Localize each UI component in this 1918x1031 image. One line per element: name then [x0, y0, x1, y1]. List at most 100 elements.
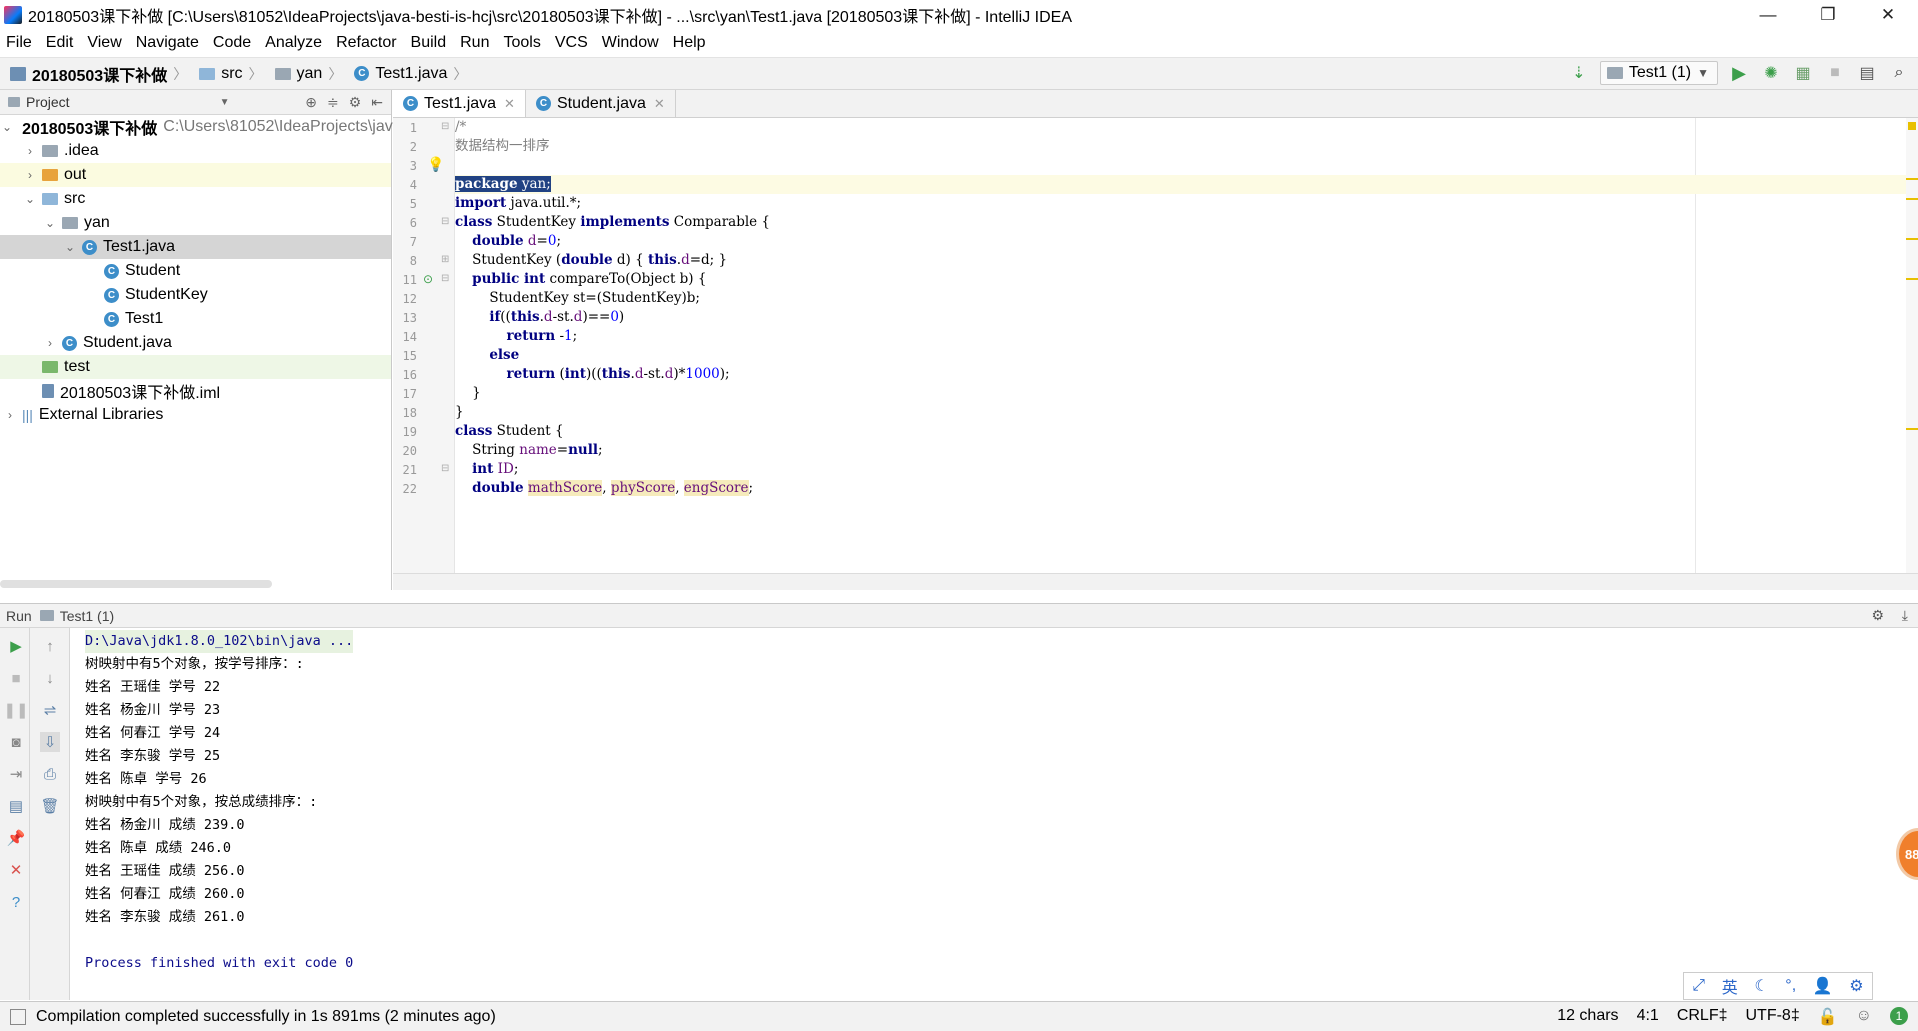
warning-marker[interactable] — [1906, 198, 1918, 200]
tab-test1-java[interactable]: C Test1.java ✕ — [393, 90, 526, 117]
print-icon[interactable]: ⎙ — [40, 764, 60, 784]
warning-marker[interactable] — [1906, 278, 1918, 280]
event-log-icon[interactable]: 1 — [1890, 1007, 1908, 1025]
tree-item-test[interactable]: test — [0, 355, 391, 379]
restore-layout-icon[interactable]: ▤ — [6, 796, 26, 816]
arrow-down-icon[interactable]: ↓ — [40, 668, 60, 688]
search-icon[interactable]: ⌕ — [1888, 62, 1910, 84]
close-icon[interactable]: ✕ — [6, 860, 26, 880]
pause-icon[interactable]: ❚❚ — [3, 700, 28, 720]
chevron-down-icon[interactable]: ⌄ — [2, 120, 12, 134]
close-tab-icon[interactable]: ✕ — [654, 96, 665, 112]
breadcrumb-project[interactable]: 20180503课下补做 〉 — [10, 62, 193, 86]
chevron-down-icon[interactable]: ⌄ — [42, 216, 58, 230]
chevron-down-icon[interactable]: ⌄ — [22, 192, 38, 206]
menu-edit[interactable]: Edit — [46, 34, 74, 52]
chevron-down-icon[interactable]: ▼ — [220, 97, 230, 108]
help-icon[interactable]: ? — [6, 892, 26, 912]
chevron-right-icon[interactable]: › — [42, 336, 58, 350]
chevron-right-icon[interactable]: › — [22, 144, 38, 158]
tree-item-project[interactable]: ⌄ 20180503课下补做 C:\Users\81052\IdeaProjec… — [0, 115, 446, 139]
breadcrumb-src[interactable]: src 〉 — [199, 64, 268, 84]
project-scrollbar[interactable] — [0, 580, 272, 588]
menu-analyze[interactable]: Analyze — [265, 34, 322, 52]
project-header-label[interactable]: Project — [26, 94, 70, 110]
run-icon[interactable]: ▶ — [1728, 62, 1750, 84]
ime-language-toggle[interactable]: 英 — [1722, 974, 1738, 998]
gear-icon[interactable]: ⚙ — [1871, 607, 1884, 624]
chevron-down-icon[interactable]: ⌄ — [62, 240, 78, 254]
console-output[interactable]: D:\Java\jdk1.8.0_102\bin\java ... 树映射中有5… — [71, 628, 1918, 1000]
moon-icon[interactable]: ☾ — [1754, 976, 1768, 996]
minimize-button[interactable]: — — [1738, 0, 1798, 30]
debug-icon[interactable]: ✺ — [1760, 62, 1782, 84]
inspector-icon[interactable]: ☺ — [1856, 1007, 1872, 1027]
run-panel-title[interactable]: Run — [6, 608, 32, 624]
scroll-to-end-icon[interactable]: ⇩ — [40, 732, 60, 752]
tree-item-student-java[interactable]: › C Student.java — [0, 331, 391, 355]
hide-icon[interactable]: ⇤ — [371, 94, 383, 111]
fold-icon[interactable]: ⊟ — [441, 121, 449, 132]
restore-button[interactable]: ❐ — [1798, 0, 1858, 30]
tree-item-test1[interactable]: C Test1 — [0, 307, 391, 331]
menu-tools[interactable]: Tools — [503, 34, 540, 52]
menu-refactor[interactable]: Refactor — [336, 34, 396, 52]
expand-fold-icon[interactable]: ⊞ — [441, 254, 449, 265]
menu-vcs[interactable]: VCS — [555, 34, 588, 52]
rerun-icon[interactable]: ▶ — [6, 636, 26, 656]
fold-icon[interactable]: ⊟ — [441, 273, 449, 284]
close-window-button[interactable]: ✕ — [1858, 0, 1918, 30]
fold-icon[interactable]: ⊟ — [441, 463, 449, 474]
tree-item-idea[interactable]: › .idea — [0, 139, 391, 163]
caret-position[interactable]: 4:1 — [1637, 1007, 1659, 1027]
user-icon[interactable]: 👤 — [1813, 976, 1833, 996]
sort-icon[interactable]: ⇣ — [1568, 62, 1590, 84]
tree-item-iml[interactable]: 20180503课下补做.iml — [0, 379, 391, 403]
collapse-icon[interactable]: ≑ — [327, 94, 339, 111]
tree-item-src[interactable]: ⌄ src — [0, 187, 391, 211]
menu-navigate[interactable]: Navigate — [136, 34, 199, 52]
soft-wrap-icon[interactable]: ⇌ — [40, 700, 60, 720]
warning-marker[interactable] — [1906, 238, 1918, 240]
ime-switch-icon[interactable]: ⤢ — [1692, 977, 1705, 995]
code-area[interactable]: /* 数据结构一排序 package yan; import java.util… — [455, 118, 1918, 573]
dump-threads-icon[interactable]: ◙ — [6, 732, 26, 752]
close-tab-icon[interactable]: ✕ — [504, 96, 515, 112]
menu-build[interactable]: Build — [411, 34, 447, 52]
warning-marker[interactable] — [1906, 428, 1918, 430]
tree-item-out[interactable]: › out — [0, 163, 391, 187]
breadcrumb-file[interactable]: C Test1.java 〉 — [354, 64, 473, 84]
stop-icon[interactable]: ■ — [1824, 62, 1846, 84]
tool-window-toggle-icon[interactable] — [10, 1008, 26, 1025]
locate-icon[interactable]: ⊕ — [305, 94, 317, 111]
punctuation-icon[interactable]: °, — [1785, 977, 1796, 995]
stop-icon[interactable]: ■ — [6, 668, 26, 688]
tree-item-studentkey[interactable]: C StudentKey — [0, 283, 391, 307]
menu-file[interactable]: File — [6, 34, 32, 52]
menu-view[interactable]: View — [87, 34, 121, 52]
gear-icon[interactable]: ⚙ — [349, 94, 362, 111]
arrow-up-icon[interactable]: ↑ — [40, 636, 60, 656]
trash-icon[interactable]: 🗑 — [40, 796, 60, 816]
menu-run[interactable]: Run — [460, 34, 489, 52]
tree-item-student[interactable]: C Student — [0, 259, 391, 283]
warning-marker[interactable] — [1906, 178, 1918, 180]
menu-help[interactable]: Help — [673, 34, 706, 52]
chevron-right-icon[interactable]: › — [22, 168, 38, 182]
editor-horizontal-scrollbar[interactable] — [393, 573, 1918, 590]
code-editor[interactable]: 1 2 3 4 5 6 7 8 11 12 13 14 15 16 17 18 … — [393, 118, 1918, 573]
run-configuration-select[interactable]: Test1 (1) ▼ — [1599, 61, 1718, 85]
error-stripe[interactable] — [1906, 118, 1918, 573]
run-tab-label[interactable]: Test1 (1) — [60, 608, 114, 624]
project-structure-icon[interactable]: ▤ — [1856, 62, 1878, 84]
coverage-icon[interactable]: ▦ — [1792, 62, 1814, 84]
minimize-panel-icon[interactable]: ⤓ — [1902, 607, 1908, 624]
override-marker-icon[interactable]: ⊙ — [423, 272, 433, 286]
lightbulb-icon[interactable]: 💡 — [427, 156, 444, 173]
menu-code[interactable]: Code — [213, 34, 251, 52]
tree-item-external-libraries[interactable]: › ||| External Libraries — [0, 403, 391, 427]
tree-item-yan[interactable]: ⌄ yan — [0, 211, 391, 235]
exit-icon[interactable]: ⇥ — [6, 764, 26, 784]
breadcrumb-yan[interactable]: yan 〉 — [274, 64, 349, 84]
lock-icon[interactable]: 🔓 — [1818, 1007, 1838, 1027]
